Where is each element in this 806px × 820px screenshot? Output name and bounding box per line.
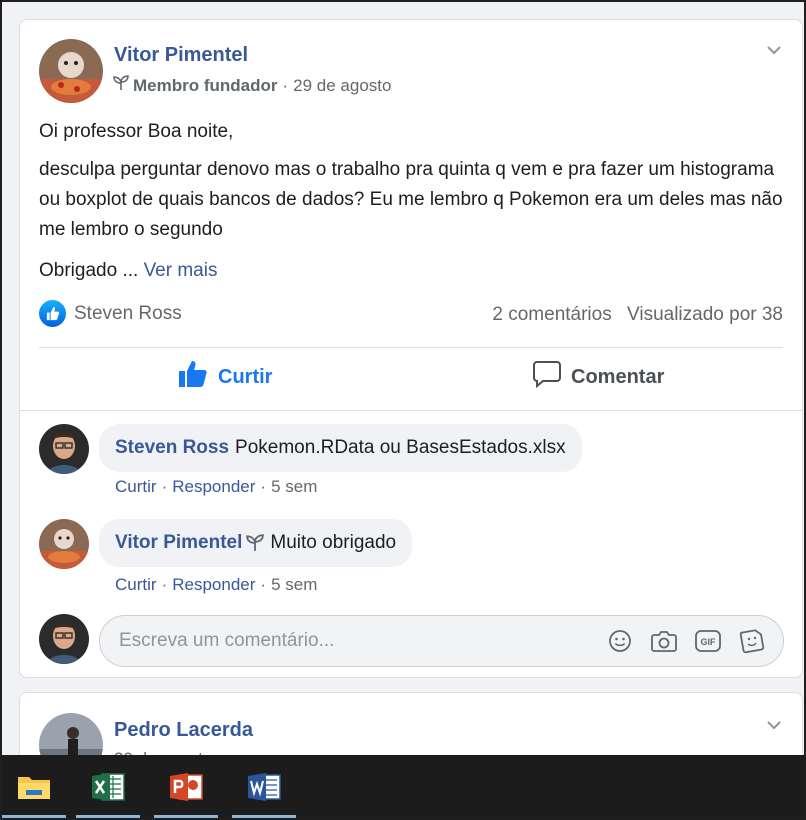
comment-like-link[interactable]: Curtir	[115, 575, 157, 594]
powerpoint-icon[interactable]	[154, 755, 218, 818]
separator: ·	[260, 575, 267, 594]
active-indicator	[2, 815, 66, 818]
comment-button-label: Comentar	[571, 365, 665, 388]
comment-author[interactable]: Steven Ross	[115, 437, 229, 459]
emoji-icon[interactable]	[607, 628, 633, 654]
comments-count[interactable]: 2 comentários	[492, 304, 611, 325]
thumbs-up-icon	[178, 360, 218, 394]
member-badge[interactable]: Membro fundador	[133, 76, 278, 96]
comment-text: Muito obrigado	[270, 532, 397, 553]
comment-author[interactable]: Vitor Pimentel	[115, 532, 242, 554]
author-avatar[interactable]	[39, 39, 103, 103]
svg-text:GIF: GIF	[701, 637, 717, 647]
divider	[39, 347, 783, 348]
comment-button[interactable]: Comentar	[533, 360, 664, 394]
sprout-icon	[113, 75, 129, 96]
see-more-link[interactable]: Ver mais	[144, 260, 218, 281]
sprout-icon	[246, 534, 265, 552]
speech-bubble-icon	[533, 360, 571, 394]
comment-reply-link[interactable]: Responder	[172, 477, 255, 496]
commenter-avatar[interactable]	[39, 519, 89, 569]
post-paragraph-1: Oi professor Boa noite,	[39, 121, 234, 142]
comment-bubble: Steven Ross Pokemon.RData ou BasesEstado…	[99, 424, 582, 472]
comment-bubble: Vitor Pimentel Muito obrigado	[99, 519, 413, 567]
comment-input[interactable]	[119, 630, 589, 652]
composer-tools: GIF	[607, 628, 765, 654]
post-date[interactable]: 29 de agosto	[293, 76, 391, 96]
seen-by-count[interactable]: Visualizado por 38	[627, 304, 783, 325]
sticker-icon[interactable]	[739, 628, 765, 654]
gif-icon[interactable]: GIF	[695, 628, 721, 654]
reactor-name: Steven Ross	[74, 302, 182, 324]
comment-actions: Curtir · Responder · 5 sem	[115, 575, 317, 595]
screen: Vitor Pimentel Membro fundador · 29 de a…	[0, 0, 806, 820]
file-explorer-icon[interactable]	[2, 755, 66, 818]
separator: ·	[260, 477, 267, 496]
chevron-down-icon[interactable]	[767, 717, 781, 731]
like-reaction-icon	[39, 300, 66, 327]
meta-separator: ·	[282, 75, 289, 95]
post-closing: Obrigado ...	[39, 260, 139, 281]
active-indicator	[76, 815, 140, 818]
comment-composer[interactable]: GIF	[99, 615, 784, 667]
like-button-label: Curtir	[218, 365, 273, 388]
camera-icon[interactable]	[651, 628, 677, 654]
reaction-summary[interactable]: Steven Ross	[39, 300, 182, 327]
post-card: Vitor Pimentel Membro fundador · 29 de a…	[19, 19, 803, 678]
comment-actions: Curtir · Responder · 5 sem	[115, 477, 317, 497]
active-indicator	[154, 815, 218, 818]
active-indicator	[232, 815, 296, 818]
comment-time[interactable]: 5 sem	[271, 477, 317, 496]
separator: ·	[161, 575, 168, 594]
my-avatar	[39, 614, 89, 664]
comment-like-link[interactable]: Curtir	[115, 477, 157, 496]
like-button[interactable]: Curtir	[178, 360, 272, 394]
divider	[20, 410, 802, 411]
post-paragraph-3: Obrigado ... Ver mais	[39, 256, 799, 286]
comment-reply-link[interactable]: Responder	[172, 575, 255, 594]
author-name[interactable]: Pedro Lacerda	[114, 719, 253, 742]
author-name[interactable]: Vitor Pimentel	[114, 44, 248, 67]
chevron-down-icon[interactable]	[767, 42, 781, 56]
post-meta: Membro fundador · 29 de agosto	[113, 75, 391, 96]
taskbar	[2, 755, 804, 818]
excel-icon[interactable]	[76, 755, 140, 818]
comment-text: Pokemon.RData ou BasesEstados.xlsx	[235, 437, 566, 458]
word-icon[interactable]	[232, 755, 296, 818]
post-paragraph-2: desculpa perguntar denovo mas o trabalho…	[39, 159, 783, 240]
comment-time[interactable]: 5 sem	[271, 575, 317, 594]
separator: ·	[161, 477, 168, 496]
commenter-avatar[interactable]	[39, 424, 89, 474]
post-stats: 2 comentários Visualizado por 38	[492, 304, 783, 326]
